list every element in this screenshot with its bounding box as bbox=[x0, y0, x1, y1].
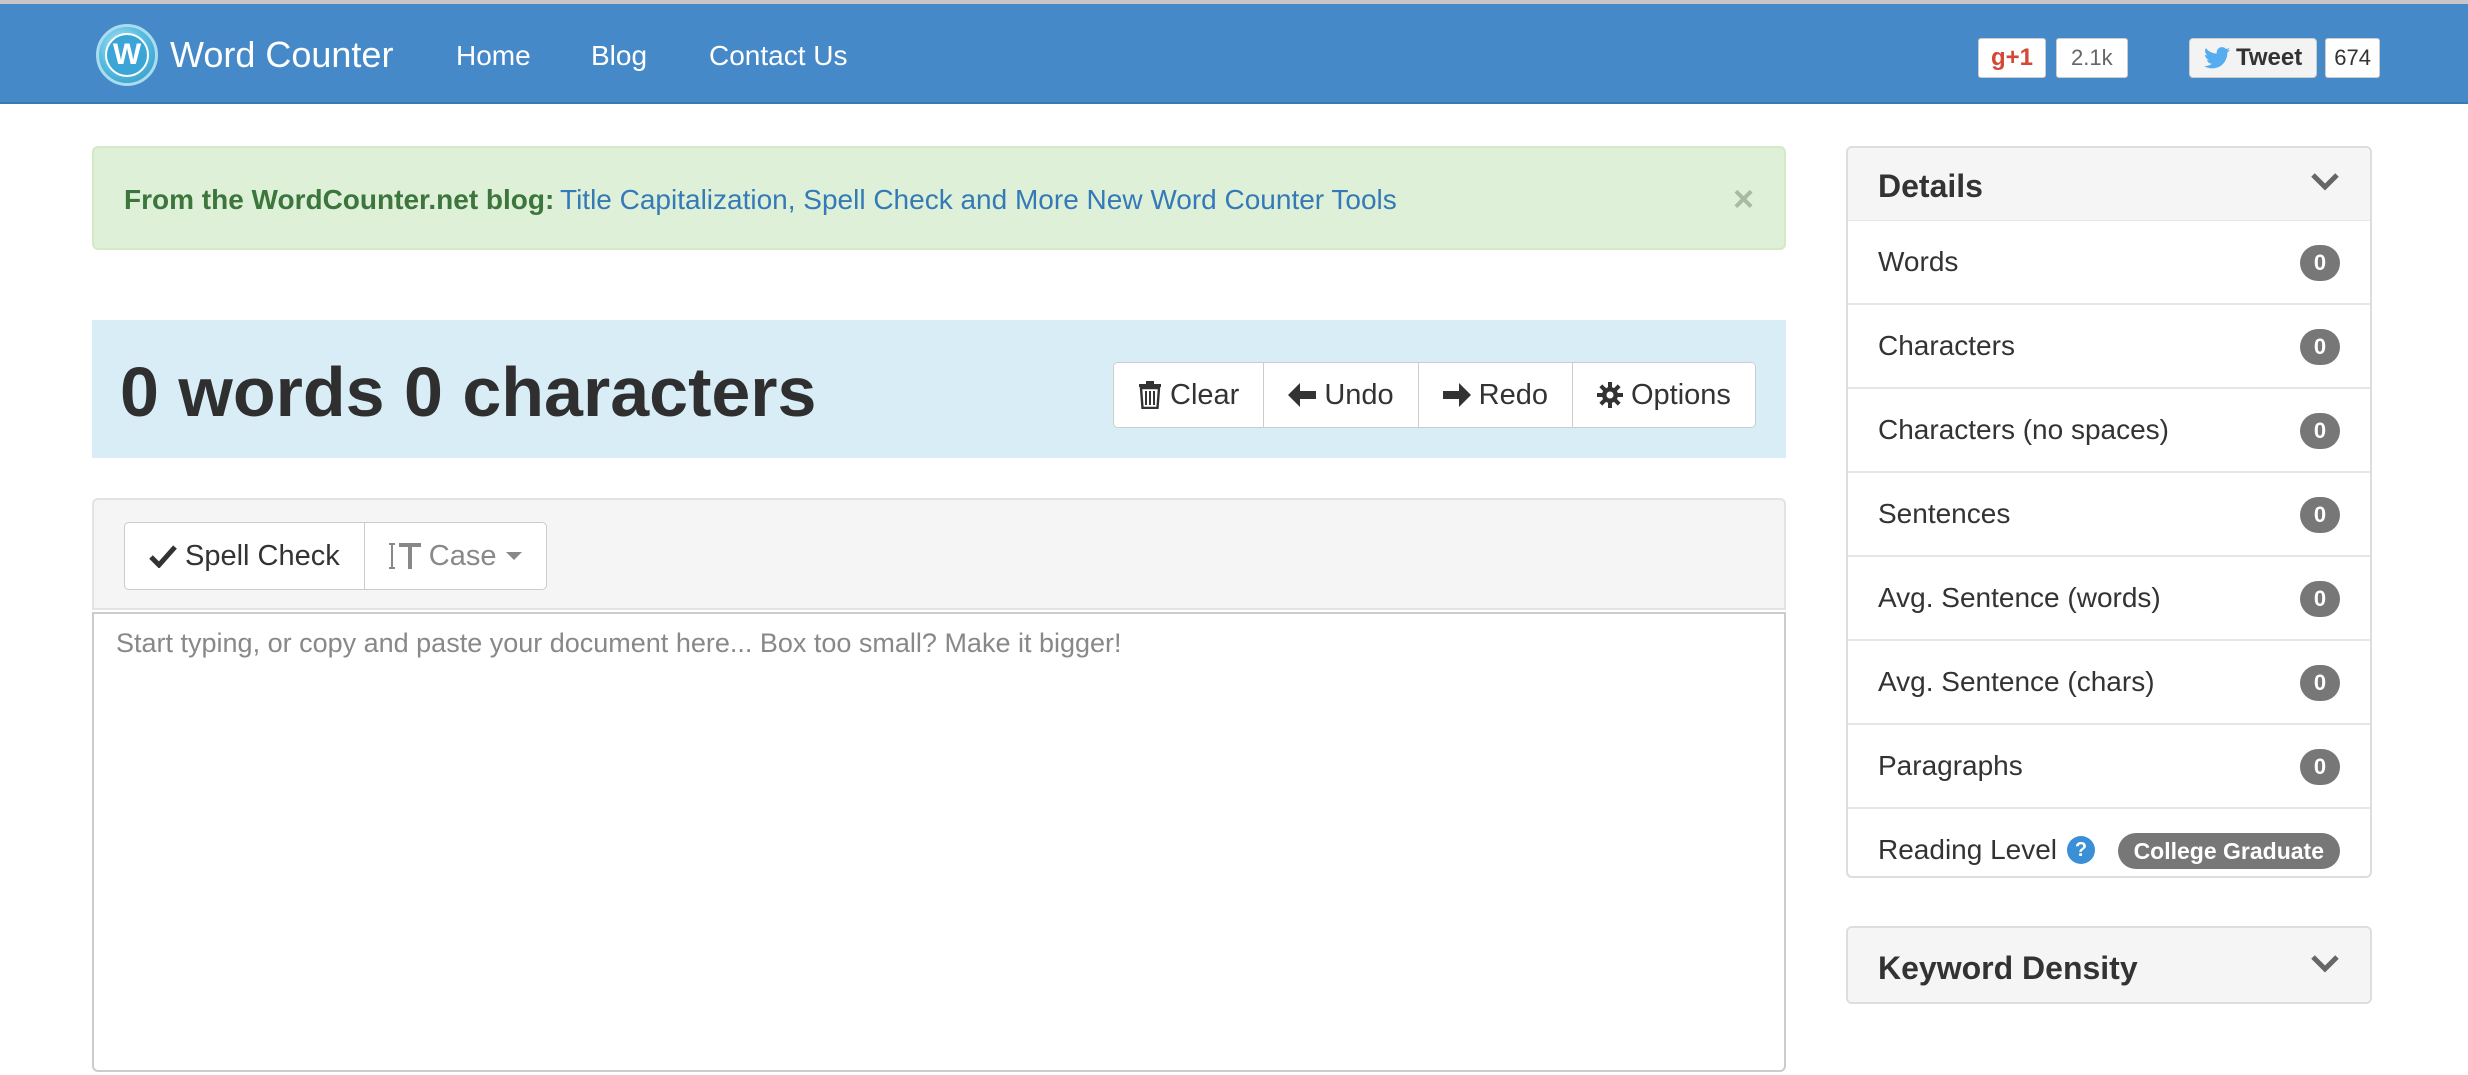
stat-badge: 0 bbox=[2300, 245, 2340, 281]
stat-label: Words bbox=[1878, 246, 1959, 277]
text-case-icon bbox=[388, 543, 421, 569]
clear-label: Clear bbox=[1170, 378, 1240, 411]
stat-row-words: Words 0 bbox=[1848, 221, 2370, 305]
stat-row-characters-no-spaces: Characters (no spaces) 0 bbox=[1848, 389, 2370, 473]
stat-row-avg-sentence-chars: Avg. Sentence (chars) 0 bbox=[1848, 641, 2370, 725]
stat-label: Reading Level bbox=[1878, 834, 2058, 865]
twitter-share: Tweet 674 bbox=[2189, 38, 2380, 78]
keyword-density-panel: Keyword Density bbox=[1846, 926, 2372, 1004]
google-plus-button[interactable]: g+1 bbox=[1978, 38, 2047, 78]
nav-contact-us[interactable]: Contact Us bbox=[709, 40, 848, 72]
gear-icon bbox=[1596, 382, 1623, 408]
stat-label: Characters (no spaces) bbox=[1878, 414, 2170, 445]
blog-alert: From the WordCounter.net blog: Title Cap… bbox=[92, 146, 1786, 250]
stat-badge: 0 bbox=[2300, 581, 2340, 617]
brand-name[interactable]: Word Counter bbox=[170, 34, 393, 76]
stat-badge: 0 bbox=[2300, 413, 2340, 449]
checkmark-icon bbox=[149, 545, 177, 568]
chevron-down-icon[interactable] bbox=[2310, 166, 2340, 196]
brand[interactable]: W Word Counter bbox=[96, 24, 393, 86]
count-panel: 0 words 0 characters Clear Undo Redo Opt… bbox=[92, 320, 1786, 458]
reading-level-badge: College Graduate bbox=[2117, 833, 2340, 869]
spell-check-label: Spell Check bbox=[185, 539, 340, 572]
arrow-left-icon bbox=[1288, 383, 1317, 407]
google-plus-count: 2.1k bbox=[2056, 38, 2128, 78]
stat-badge: 0 bbox=[2300, 329, 2340, 365]
undo-label: Undo bbox=[1324, 378, 1394, 411]
stat-row-characters: Characters 0 bbox=[1848, 305, 2370, 389]
stat-label: Avg. Sentence (chars) bbox=[1878, 666, 2155, 697]
caret-down-icon bbox=[506, 552, 523, 560]
clear-button[interactable]: Clear bbox=[1114, 363, 1264, 427]
stat-badge: 0 bbox=[2300, 497, 2340, 533]
alert-close-icon[interactable]: × bbox=[1733, 178, 1754, 220]
stat-row-avg-sentence-words: Avg. Sentence (words) 0 bbox=[1848, 557, 2370, 641]
details-panel: Details Words 0 Characters 0 Characters … bbox=[1846, 146, 2372, 878]
editor-toolbar: Spell Check Case bbox=[92, 498, 1786, 610]
arrow-right-icon bbox=[1442, 383, 1471, 407]
trash-icon bbox=[1139, 381, 1161, 409]
case-dropdown[interactable]: Case bbox=[363, 523, 547, 589]
keyword-density-title: Keyword Density bbox=[1878, 950, 2138, 986]
count-title: 0 words 0 characters bbox=[120, 353, 817, 431]
details-title: Details bbox=[1878, 168, 1983, 204]
nav-home[interactable]: Home bbox=[456, 40, 531, 72]
redo-button[interactable]: Redo bbox=[1417, 363, 1572, 427]
stat-label: Characters bbox=[1878, 330, 2015, 361]
keyword-density-header[interactable]: Keyword Density bbox=[1848, 928, 2370, 1002]
google-plus-share: g+1 2.1k bbox=[1978, 38, 2128, 78]
word-counter-logo-icon: W bbox=[96, 24, 158, 86]
stat-row-sentences: Sentences 0 bbox=[1848, 473, 2370, 557]
case-label: Case bbox=[428, 539, 497, 572]
editor-tools: Spell Check Case bbox=[124, 522, 548, 590]
twitter-bird-icon bbox=[2204, 47, 2230, 69]
redo-label: Redo bbox=[1478, 378, 1548, 411]
document-textarea[interactable] bbox=[94, 614, 1784, 1070]
alert-blog-link[interactable]: Title Capitalization, Spell Check and Mo… bbox=[560, 184, 1397, 216]
tweet-count: 674 bbox=[2325, 38, 2380, 78]
options-label: Options bbox=[1630, 378, 1731, 411]
options-button[interactable]: Options bbox=[1571, 363, 1755, 427]
document-editor bbox=[92, 612, 1786, 1072]
stat-label: Sentences bbox=[1878, 498, 2011, 529]
help-icon[interactable]: ? bbox=[2067, 836, 2096, 864]
details-panel-header[interactable]: Details bbox=[1848, 148, 2370, 221]
stat-label: Avg. Sentence (words) bbox=[1878, 582, 2161, 613]
undo-button[interactable]: Undo bbox=[1263, 363, 1418, 427]
stat-badge: 0 bbox=[2300, 665, 2340, 701]
editor-actions: Clear Undo Redo Options bbox=[1113, 362, 1756, 428]
nav-blog[interactable]: Blog bbox=[591, 40, 647, 72]
stat-row-reading-level: Reading Level ? College Graduate bbox=[1848, 809, 2370, 876]
stat-row-paragraphs: Paragraphs 0 bbox=[1848, 725, 2370, 809]
alert-label: From the WordCounter.net blog: bbox=[124, 184, 555, 215]
stat-badge: 0 bbox=[2300, 749, 2340, 785]
chevron-down-icon[interactable] bbox=[2310, 948, 2340, 978]
stat-label: Paragraphs bbox=[1878, 750, 2023, 781]
spell-check-button[interactable]: Spell Check bbox=[125, 523, 364, 589]
tweet-label: Tweet bbox=[2236, 44, 2303, 71]
top-navbar: W Word Counter Home Blog Contact Us g+1 … bbox=[0, 0, 2468, 104]
tweet-button[interactable]: Tweet bbox=[2189, 38, 2318, 78]
